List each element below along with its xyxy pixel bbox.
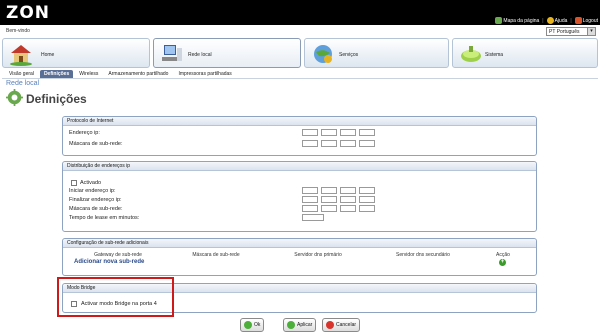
zon-logo: ZON (6, 3, 51, 23)
tab-servicos[interactable]: Serviços (304, 38, 449, 68)
subtab-impressoras[interactable]: Impressoras partilhadas (174, 70, 235, 78)
lease-time-label: Tempo de lease em minutos: (69, 215, 140, 221)
ip-label: Endereço ip: (69, 130, 100, 136)
chevron-down-icon: ▾ (587, 28, 595, 35)
welcome-text: Bem-vindo (6, 28, 30, 34)
tab-sistema[interactable]: Sistema (452, 38, 598, 68)
apply-icon (287, 321, 295, 329)
cancel-button[interactable]: Cancelar (322, 318, 361, 332)
column-header: Acção (496, 252, 510, 258)
subtab-armazenamento[interactable]: Armazenamento partilhado (104, 70, 172, 78)
page-title: Definições (26, 92, 87, 106)
check-icon (244, 321, 252, 329)
main-nav: Home Rede local Serviços Sistema (2, 38, 598, 68)
logout-icon (574, 17, 582, 24)
cancel-icon (326, 321, 334, 329)
lease-time-input[interactable] (302, 214, 324, 221)
internet-protocol-panel: Protocolo de Internet Endereço ip: Másca… (62, 116, 537, 156)
breadcrumb[interactable]: Rede local (6, 80, 39, 87)
apply-button[interactable]: Aplicar (283, 318, 317, 332)
top-bar: ZON Mapa da página | Ajuda | Logout (0, 0, 600, 25)
add-icon[interactable]: + (499, 259, 506, 266)
column-header: Gateway de sub-rede (94, 252, 142, 258)
panel-title: Distribuição de endereços ip (63, 162, 536, 171)
sub-nav: Visão geral Definições Wireless Armazena… (2, 69, 598, 79)
column-header: Servidor dns primário (294, 252, 342, 258)
help-icon (546, 17, 554, 24)
language-select[interactable]: PT Português ▾ (546, 27, 596, 36)
column-header: Servidor dns secundário (396, 252, 450, 258)
end-ip-label: Finalizar endereço ip: (69, 197, 122, 203)
tab-rede-local[interactable]: Rede local (153, 38, 301, 68)
additional-subnets-panel: Configuração de sub-rede adicionais Gate… (62, 238, 537, 276)
start-ip-label: Iniciar endereço ip: (69, 188, 116, 194)
ok-button[interactable]: Ok (240, 318, 265, 332)
panel-title: Protocolo de Internet (63, 117, 536, 126)
logout-link[interactable]: Logout (574, 17, 598, 24)
settings-gear-icon (6, 89, 23, 106)
tab-home[interactable]: Home (2, 38, 150, 68)
help-link[interactable]: Ajuda (546, 17, 567, 24)
dhcp-enabled-label: Activado (80, 180, 102, 186)
subtab-definicoes[interactable]: Definições (39, 70, 74, 78)
highlight-annotation (57, 277, 174, 317)
subtab-wireless[interactable]: Wireless (75, 70, 102, 78)
column-header: Máscara de sub-rede (192, 252, 240, 258)
panel-title: Configuração de sub-rede adicionais (63, 239, 536, 248)
globe-services-icon (314, 45, 332, 63)
sitemap-link[interactable]: Mapa da página (495, 17, 539, 24)
add-subnet-link[interactable]: Adicionar nova sub-rede (74, 259, 144, 265)
ip-distribution-panel: Distribuição de endereços ip Activado In… (62, 161, 537, 232)
computer-network-icon (162, 45, 182, 61)
mask-label: Máscara de sub-rede: (69, 141, 123, 147)
dhcp-enabled-checkbox[interactable] (71, 180, 77, 186)
dhcp-mask-label: Máscara de sub-rede: (69, 206, 123, 212)
gear-system-icon (461, 46, 481, 62)
header-links: Mapa da página | Ajuda | Logout (495, 17, 598, 24)
subtab-visao-geral[interactable]: Visão geral (5, 70, 38, 78)
house-icon (10, 45, 32, 66)
map-icon (495, 17, 503, 24)
